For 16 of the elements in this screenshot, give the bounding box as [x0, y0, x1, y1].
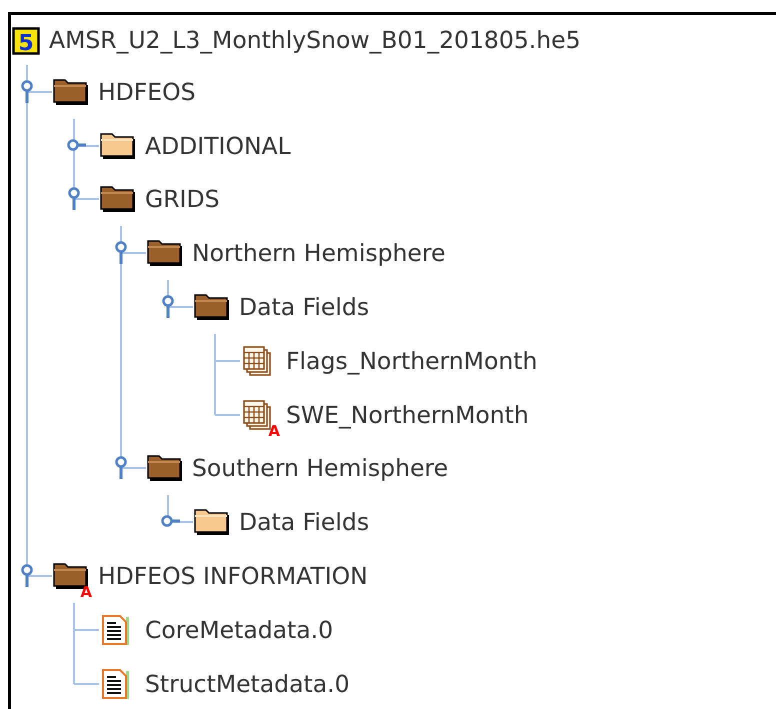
- tree-node-label[interactable]: SWE_NorthernMonth: [286, 400, 529, 429]
- tree-node-label[interactable]: Flags_NorthernMonth: [286, 346, 538, 375]
- tree-node-label[interactable]: Data Fields: [239, 293, 370, 322]
- tree-node-label[interactable]: ADDITIONAL: [145, 132, 291, 160]
- tree-node-label[interactable]: HDFEOS: [98, 78, 196, 106]
- file-name[interactable]: AMSR_U2_L3_MonthlySnow_B01_201805.he5: [49, 26, 581, 54]
- tree-node-label[interactable]: HDFEOS INFORMATION: [98, 562, 368, 590]
- tree-node-label[interactable]: GRIDS: [145, 185, 220, 214]
- attribute-letter: A: [268, 424, 280, 439]
- hdf5-file-icon: 5: [12, 25, 40, 55]
- attribute-letter: A: [80, 585, 92, 600]
- tree-node-label[interactable]: Data Fields: [239, 508, 370, 536]
- tree-node-label[interactable]: StructMetadata.0: [145, 670, 350, 698]
- tree-node-label[interactable]: Northern Hemisphere: [192, 239, 446, 268]
- tree-node-label[interactable]: Southern Hemisphere: [192, 454, 448, 482]
- tree-node-label[interactable]: CoreMetadata.0: [145, 616, 334, 644]
